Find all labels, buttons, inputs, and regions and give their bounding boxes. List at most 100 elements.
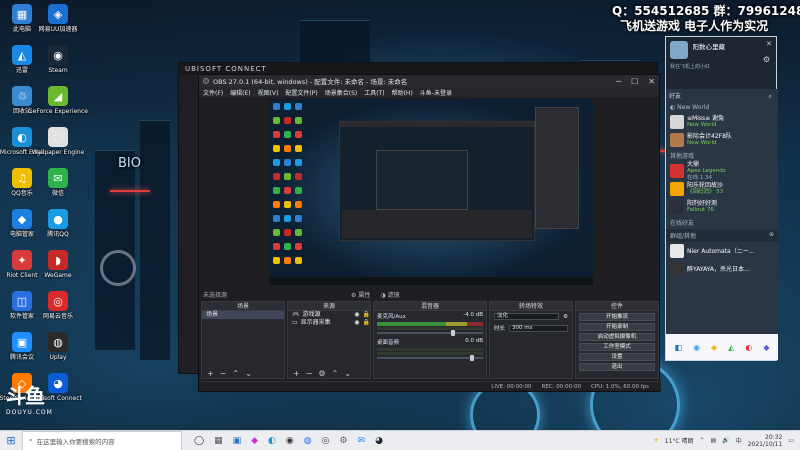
taskbar-app-icon[interactable]: ◉ [286,436,294,446]
taskbar-search[interactable]: ⌕ 在这里输入你要搜索的内容 [22,430,182,450]
gear-icon[interactable]: ⚙ [318,369,325,378]
virtual-camera-button[interactable]: 启动虚拟摄像机 [579,333,655,341]
desktop-icon[interactable]: ▣ 腾讯会议 [4,332,40,361]
desktop-icon[interactable]: ▦ 此电脑 [4,4,40,33]
friend-row[interactable]: 阳乐轮回故沙 《回码消》 53 [666,180,778,198]
move-down-icon[interactable]: ⌄ [245,369,252,378]
move-down-icon[interactable]: ⌄ [344,369,351,378]
start-streaming-button[interactable]: 开始推流 [579,313,655,321]
menu-tools[interactable]: 工具(T) [364,88,384,97]
app-icon[interactable]: ◭ [728,343,734,352]
volume-slider[interactable] [377,330,483,336]
taskbar-app-icon[interactable]: ◍ [304,436,312,446]
app-icon[interactable]: ◐ [745,343,752,352]
gear-icon[interactable]: ⚙ [563,314,568,320]
minimize-icon[interactable]: ─ [616,77,621,86]
app-icon[interactable]: ◆ [763,343,769,352]
lock-icon[interactable]: 🔒 [363,311,370,319]
filters-button[interactable]: ◑ 滤镜 [380,290,399,299]
desktop-icon[interactable]: ◗ WeGame [40,250,76,279]
settings-button[interactable]: 设置 [579,353,655,361]
desktop-icon[interactable]: ◌ Wallpaper Engine [32,127,84,156]
desktop-icon[interactable]: ◎ 网易云音乐 [40,291,76,320]
desktop-icon[interactable]: ◢ GeForce Experience [28,86,88,115]
app-icon[interactable]: ◉ [693,343,700,352]
lock-icon[interactable]: 🔒 [363,319,370,327]
friend-row[interactable]: Nier Automata（ニー… [666,242,778,260]
add-icon[interactable]: ⊕ [769,231,774,238]
task-view-icon[interactable]: ◯ [194,436,204,446]
app-icon[interactable]: ◈ [711,343,717,352]
taskbar-app-icon[interactable]: ◐ [268,436,276,446]
friends-panel[interactable]: 阳数心里藏 ✕ ⚙ 我在飞机上的小红 好友 ⌕ ◐ New World ≡Mis… [665,36,778,361]
transition-type-select[interactable]: 淡化 [494,313,560,320]
menu-view[interactable]: 视图(V) [258,88,279,97]
close-icon[interactable]: ✕ [648,77,655,86]
desktop-icon[interactable]: ● 腾讯QQ [40,209,76,238]
taskbar-app-icon[interactable]: ▣ [233,436,242,446]
desktop-icon[interactable]: ✦ Riot Client [4,250,40,279]
desktop-icon[interactable]: ✉ 微信 [40,168,76,197]
volume-slider-handle[interactable] [451,330,456,336]
weather-icon[interactable]: ☀ [653,437,658,444]
taskbar-app-icon[interactable]: ◎ [322,436,330,446]
obs-window[interactable]: OBS 27.0.1 (64-bit, windows) - 配置文件: 未命名… [198,74,661,392]
desktop-icon[interactable]: ◭ 迅雷 [4,45,40,74]
remove-icon[interactable]: − [220,369,227,378]
gear-icon[interactable]: ⚙ [763,55,770,64]
desktop-icon[interactable]: ◆ 电脑管家 [4,209,40,238]
windows-start-icon[interactable]: ⊞ [0,434,22,447]
properties-button[interactable]: ⚙ 属性 [351,290,370,299]
exit-button[interactable]: 退出 [579,363,655,371]
eye-icon[interactable]: ◉ [354,319,359,327]
taskbar-app-icon[interactable]: ◆ [251,436,258,446]
desktop-icon[interactable]: ♫ QQ音乐 [4,168,40,197]
friend-row[interactable]: ≡Miss≡ 谢兔 New World [666,113,778,131]
notification-icon[interactable]: ▭ [788,437,794,444]
remove-icon[interactable]: − [306,369,313,378]
move-up-icon[interactable]: ⌃ [232,369,239,378]
scene-item[interactable]: 场景 [202,311,284,319]
network-icon[interactable]: ▤ [711,437,717,444]
duration-input[interactable]: 300 ms [509,324,568,332]
menu-profile[interactable]: 配置文件(P) [285,88,317,97]
volume-icon[interactable]: 🔊 [722,437,729,444]
search-icon[interactable]: ⌕ [769,92,778,102]
studio-mode-button[interactable]: 工作室模式 [579,343,655,351]
eye-icon[interactable]: ◉ [354,311,359,319]
desktop-icon[interactable]: ◫ 软件管家 [4,291,40,320]
desktop-icon[interactable]: ◈ 网易UU加速器 [39,4,77,33]
taskbar-app-icon[interactable]: ▦ [214,436,223,446]
app-icon[interactable]: ◧ [675,343,683,352]
friend-row[interactable]: 大鼎 Apex Legends 在线 1.34 [666,161,778,181]
volume-slider[interactable] [377,355,483,361]
source-item[interactable]: 🎮 游戏源 ◉ 🔒 [288,311,370,319]
avatar[interactable] [670,41,688,59]
add-icon[interactable]: + [207,369,214,378]
volume-slider-handle[interactable] [470,355,475,361]
obs-preview-canvas[interactable] [269,99,593,285]
move-up-icon[interactable]: ⌃ [332,369,339,378]
menu-edit[interactable]: 编辑(E) [230,88,250,97]
friend-row[interactable]: 影际会计42F8队 New World [666,131,778,149]
ime-icon[interactable]: 中 [736,436,742,445]
taskbar-app-icon[interactable]: ✉ [358,436,366,446]
add-icon[interactable]: + [293,369,300,378]
desktop-icon[interactable]: ◉ Steam [40,45,76,74]
weather-text[interactable]: 11°C 晴朗 [665,436,694,445]
clock[interactable]: 20:32 2021/10/11 [748,434,783,448]
friend-row[interactable]: 醉YAYAYA，杀光日本… [666,260,778,278]
close-icon[interactable]: ✕ [766,40,772,48]
menu-douyu[interactable]: 斗鱼-未登录 [420,88,452,97]
taskbar-app-icon[interactable]: ⚙ [339,436,347,446]
maximize-icon[interactable]: ☐ [631,77,638,86]
friend-row[interactable]: 阳剂好好测 Fallout 76 [666,198,778,216]
desktop-icon[interactable]: ◍ Uplay [40,332,76,361]
menu-help[interactable]: 帮助(H) [392,88,413,97]
menu-scene-collection[interactable]: 场景集合(S) [325,88,358,97]
source-item[interactable]: ▭ 显示器采集 ◉ 🔒 [288,319,370,327]
taskbar-app-icon[interactable]: ◕ [375,436,383,446]
menu-file[interactable]: 文件(F) [203,88,223,97]
tray-expand-icon[interactable]: ⌃ [700,437,705,444]
start-recording-button[interactable]: 开始录制 [579,323,655,331]
